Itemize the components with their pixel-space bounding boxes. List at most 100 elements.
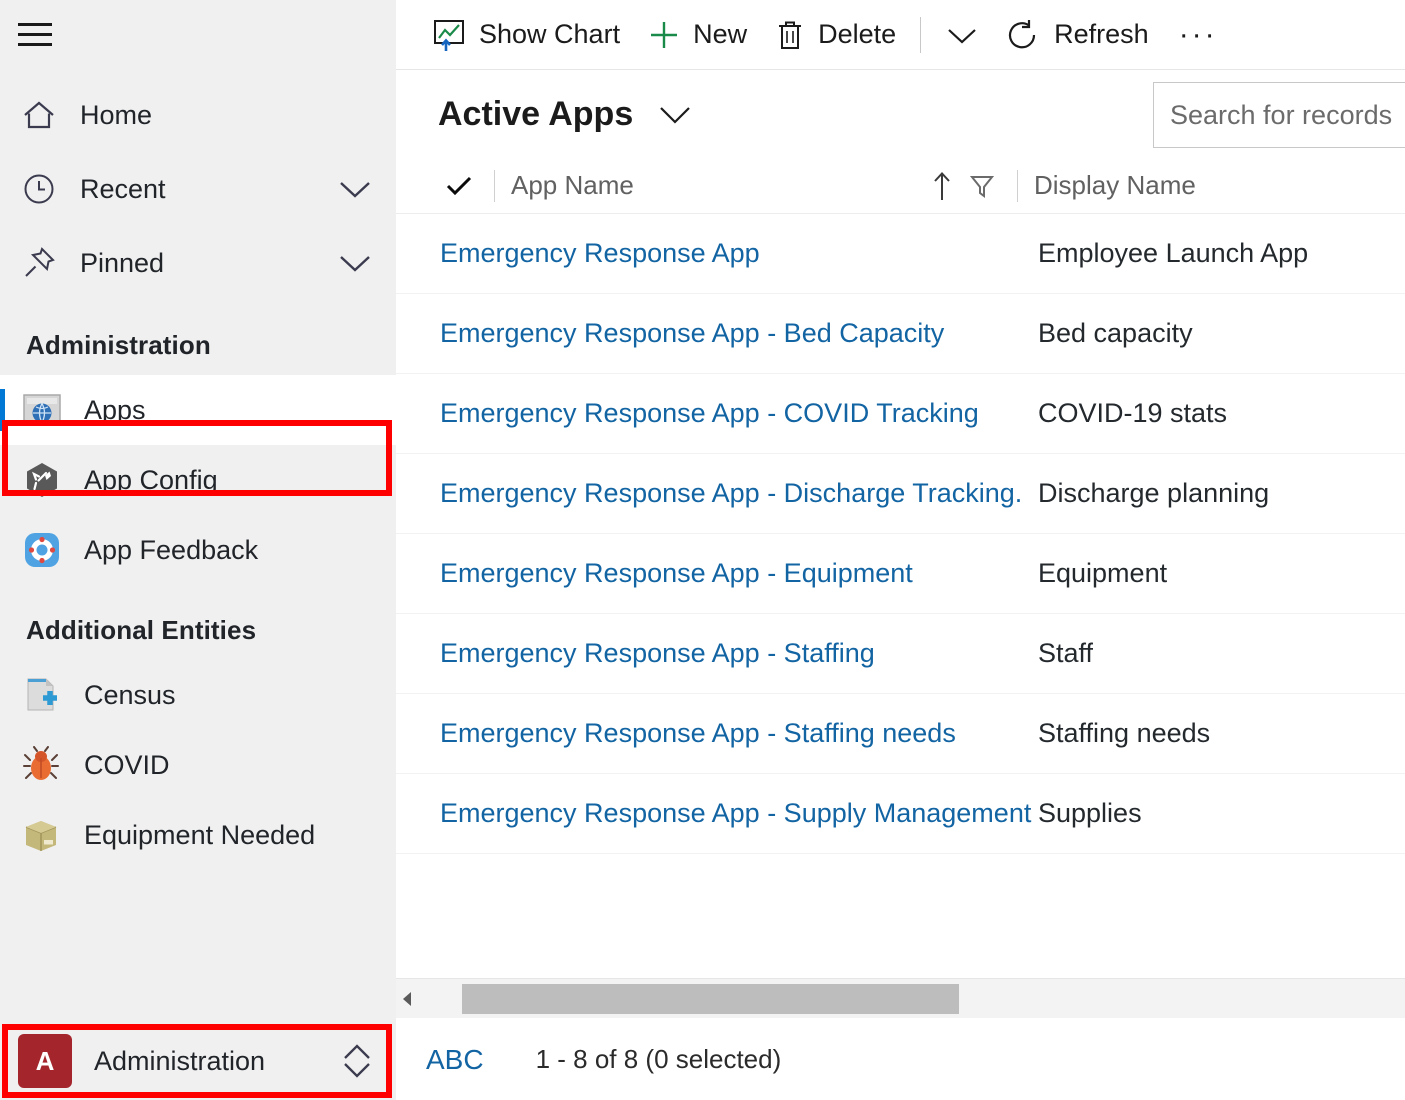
refresh-button[interactable]: Refresh [993,0,1163,70]
sidebar-item-label: Census [84,679,176,710]
sidebar-item-label: Pinned [80,247,165,278]
cell-display-name: Bed capacity [1038,318,1193,348]
table-row[interactable]: Emergency Response App - Equipment Equip… [396,534,1405,614]
main-content: Show Chart New Delete Refresh ··· Active… [396,0,1405,1100]
record-count-label: 1 - 8 of 8 (0 selected) [535,1044,782,1074]
table-row[interactable]: Emergency Response App - Bed Capacity Be… [396,294,1405,374]
cell-app-name[interactable]: Emergency Response App - COVID Tracking [440,398,1038,429]
cell-display-name: Employee Launch App [1038,238,1309,268]
cell-display-name: COVID-19 stats [1038,398,1228,428]
table-row[interactable]: Emergency Response App - Supply Manageme… [396,774,1405,854]
table-row[interactable]: Emergency Response App Employee Launch A… [396,214,1405,294]
column-header-label: Display Name [1034,170,1196,200]
show-chart-button[interactable]: Show Chart [418,0,634,70]
bug-icon [22,746,64,784]
header-divider [494,169,495,202]
sidebar-item-app-config[interactable]: App Config [0,445,396,515]
cell-app-name[interactable]: Emergency Response App - Discharge Track… [440,478,1038,509]
table-row[interactable]: Emergency Response App - Staffing needs … [396,694,1405,774]
sidebar-item-recent[interactable]: Recent [0,152,396,226]
scrollbar-track[interactable] [418,979,1405,1019]
chevron-down-icon[interactable] [655,101,695,127]
pin-icon [22,246,64,280]
header-divider [1017,169,1018,202]
sidebar-item-label: Apps [84,394,146,425]
cell-display-name: Discharge planning [1038,478,1270,508]
delete-button[interactable]: Delete [761,0,910,70]
chart-icon [432,18,466,52]
more-commands-button[interactable] [931,0,993,70]
home-icon [22,99,64,131]
sidebar-item-label: COVID [84,749,170,780]
hamburger-icon[interactable] [18,12,70,56]
cell-app-name[interactable]: Emergency Response App - Bed Capacity [440,318,1038,349]
sidebar-item-census[interactable]: Census [0,660,396,730]
filter-icon[interactable] [969,172,995,200]
horizontal-scrollbar[interactable] [396,978,1405,1018]
section-header-administration: Administration [26,330,211,360]
plus-icon [648,19,680,51]
column-header-display-name[interactable]: Display Name [1034,170,1196,201]
app-switcher[interactable]: A Administration [0,1022,396,1100]
new-button[interactable]: New [634,0,761,70]
cell-display-name: Equipment [1038,558,1168,588]
lifesaver-icon [22,531,64,569]
chevron-down-icon [945,23,979,47]
table-row[interactable]: Emergency Response App - COVID Tracking … [396,374,1405,454]
hexagon-wrench-icon [22,461,64,499]
sidebar-item-home[interactable]: Home [0,78,396,152]
sidebar-item-label: Home [80,99,153,130]
cell-app-name[interactable]: Emergency Response App - Equipment [440,558,1038,589]
sidebar: Home Recent Pinned Administration Apps A… [0,0,396,1100]
document-plus-icon [22,676,64,714]
app-badge: A [18,1034,72,1088]
grid-header: App Name Display Name [396,158,1405,214]
chevron-up-down-icon[interactable] [340,1040,374,1082]
sidebar-item-equipment-needed[interactable]: Equipment Needed [0,800,396,870]
cell-app-name[interactable]: Emergency Response App - Supply Manageme… [440,798,1038,829]
chevron-down-icon[interactable] [336,251,374,275]
sidebar-item-label: App Config [84,464,218,495]
refresh-icon [1007,18,1041,52]
cell-display-name: Supplies [1038,798,1142,828]
search-box[interactable] [1153,82,1405,148]
table-row[interactable]: Emergency Response App - Discharge Track… [396,454,1405,534]
ellipsis-icon[interactable]: ··· [1163,19,1234,50]
column-header-label: App Name [511,170,634,200]
scroll-left-icon[interactable] [396,979,418,1019]
cell-display-name: Staff [1038,638,1094,668]
delete-label: Delete [818,19,897,49]
cell-app-name[interactable]: Emergency Response App - Staffing [440,638,1038,669]
sidebar-item-app-feedback[interactable]: App Feedback [0,515,396,585]
app-switcher-label: Administration [94,1045,266,1076]
sidebar-item-label: App Feedback [84,534,259,565]
sidebar-item-covid[interactable]: COVID [0,730,396,800]
cell-display-name: Staffing needs [1038,718,1211,748]
sidebar-item-pinned[interactable]: Pinned [0,226,396,300]
sort-ascending-icon[interactable] [931,170,953,202]
globe-window-icon [22,392,64,428]
refresh-label: Refresh [1054,19,1149,49]
section-header-additional-entities: Additional Entities [26,615,257,645]
alpha-index-button[interactable]: ABC [426,1044,484,1076]
cell-app-name[interactable]: Emergency Response App - Staffing needs [440,718,1038,749]
sidebar-item-label: Recent [80,173,166,204]
scrollbar-thumb[interactable] [462,983,959,1014]
app-root: Home Recent Pinned Administration Apps A… [0,0,1405,1100]
view-bar: Active Apps [396,70,1405,158]
cell-app-name[interactable]: Emergency Response App [440,238,1038,269]
sidebar-nav-top: Home Recent Pinned [0,78,396,300]
column-header-app-name[interactable]: App Name [511,170,1001,202]
grid-rows: Emergency Response App Employee Launch A… [396,214,1405,978]
table-row[interactable]: Emergency Response App - Staffing Staff [396,614,1405,694]
command-separator [920,16,922,53]
chevron-down-icon[interactable] [336,177,374,201]
sidebar-item-apps[interactable]: Apps [0,375,396,445]
clock-icon [22,172,64,206]
select-all-checkbox[interactable] [440,174,478,198]
page-title: Active Apps [438,94,634,133]
new-label: New [693,19,748,49]
search-input[interactable] [1154,83,1405,147]
box-icon [22,816,64,854]
show-chart-label: Show Chart [479,19,621,49]
